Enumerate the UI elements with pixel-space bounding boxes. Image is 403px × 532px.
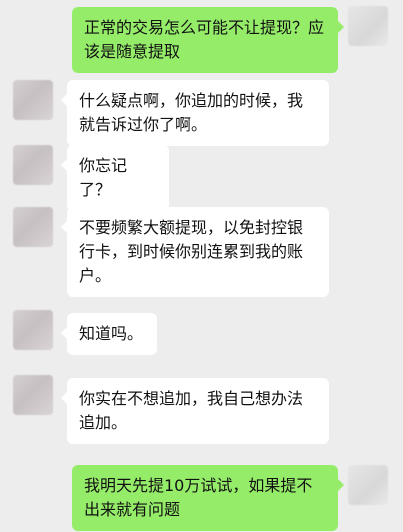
my-avatar[interactable] bbox=[348, 6, 388, 46]
message-text: 你忘记了？ bbox=[79, 156, 128, 199]
message-text: 什么疑点啊，你追加的时候，我就告诉过你了啊。 bbox=[79, 91, 304, 134]
message-bubble-received[interactable]: 你忘记了？ bbox=[61, 145, 169, 211]
message-bubble-received[interactable]: 知道吗。 bbox=[61, 313, 157, 355]
message-bubble-received[interactable]: 不要频繁大额提现，以免封控银行卡，到时候你别连累到我的账户。 bbox=[61, 207, 329, 297]
contact-avatar[interactable] bbox=[13, 207, 53, 247]
message-bubble-received[interactable]: 什么疑点啊，你追加的时候，我就告诉过你了啊。 bbox=[61, 80, 329, 146]
message-text: 你实在不想追加，我自己想办法追加。 bbox=[79, 389, 304, 432]
message-text: 我明天先提10万试试，如果提不出来就有问题 bbox=[84, 476, 313, 519]
message-bubble-sent[interactable]: 我明天先提10万试试，如果提不出来就有问题 bbox=[72, 465, 344, 531]
message-text: 知道吗。 bbox=[79, 324, 144, 343]
message-text: 不要频繁大额提现，以免封控银行卡，到时候你别连累到我的账户。 bbox=[79, 218, 304, 285]
contact-avatar[interactable] bbox=[13, 310, 53, 350]
contact-avatar[interactable] bbox=[13, 375, 53, 415]
message-text: 正常的交易怎么可能不让提现？应该是随意提取 bbox=[84, 18, 325, 61]
contact-avatar[interactable] bbox=[13, 145, 53, 185]
contact-avatar[interactable] bbox=[13, 80, 53, 120]
message-bubble-received[interactable]: 你实在不想追加，我自己想办法追加。 bbox=[61, 378, 329, 444]
my-avatar[interactable] bbox=[348, 465, 388, 505]
message-bubble-sent[interactable]: 正常的交易怎么可能不让提现？应该是随意提取 bbox=[72, 7, 344, 73]
